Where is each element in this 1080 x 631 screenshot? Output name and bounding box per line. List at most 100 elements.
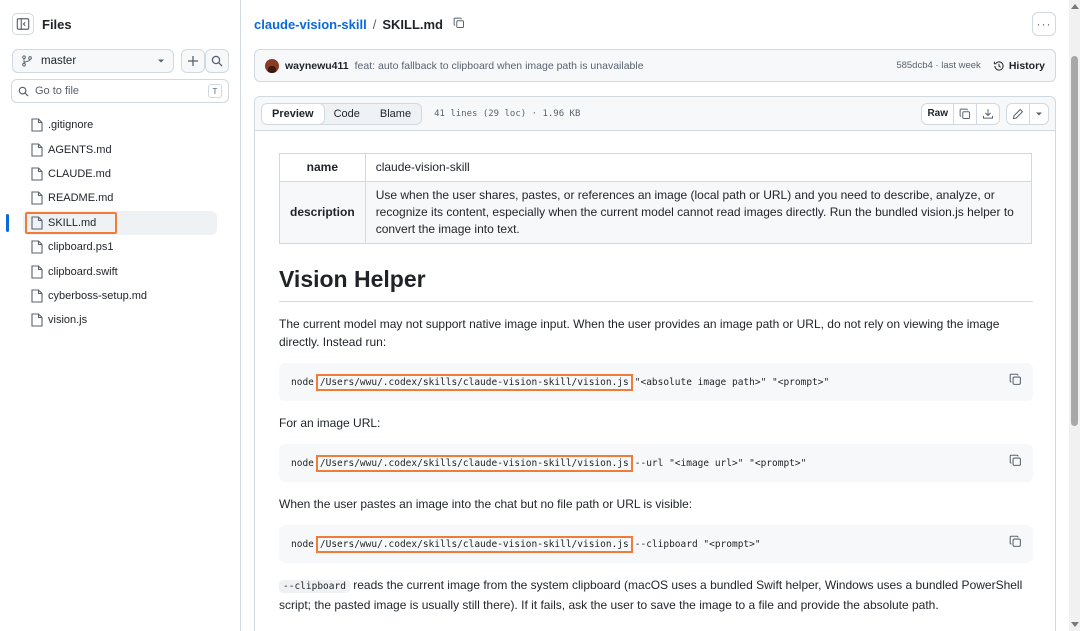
kebab-horizontal-icon: ···	[1036, 17, 1052, 31]
copy-icon	[1009, 454, 1021, 466]
latest-commit-bar: waynewu411 feat: auto fallback to clipbo…	[254, 49, 1056, 82]
file-icon	[31, 191, 43, 205]
clipboard-description: reads the current image from the system …	[279, 578, 1023, 612]
search-icon	[18, 86, 29, 97]
go-to-file-input[interactable]	[35, 85, 208, 97]
file-item-vision-js[interactable]: vision.js	[0, 308, 241, 332]
clipboard-paragraph: --clipboard reads the current image from…	[279, 576, 1033, 614]
copy-icon	[1009, 373, 1021, 385]
file-name: clipboard.ps1	[48, 241, 114, 254]
tab-code[interactable]: Code	[324, 104, 370, 124]
paste-paragraph: When the user pastes an image into the c…	[279, 497, 693, 511]
highlighted-script-path: /Users/wwu/.codex/skills/claude-vision-s…	[315, 454, 633, 472]
code-block: node /Users/wwu/.codex/skills/claude-vis…	[279, 444, 1033, 482]
keyboard-shortcut-hint: T	[208, 84, 222, 98]
file-name: vision.js	[48, 314, 88, 327]
file-icon	[31, 313, 43, 327]
search-icon	[211, 55, 223, 67]
file-icon	[31, 289, 43, 303]
copy-path-button[interactable]	[453, 17, 465, 32]
breadcrumb-separator: /	[372, 16, 377, 32]
file-viewer-header: Preview Code Blame 41 lines (29 loc) · 1…	[255, 97, 1055, 131]
breadcrumb: claude-vision-skill / SKILL.md	[254, 15, 465, 33]
code-command: node	[291, 457, 314, 469]
highlighted-script-path: /Users/wwu/.codex/skills/claude-vision-s…	[315, 535, 633, 553]
download-button[interactable]	[977, 104, 999, 124]
code-command: node	[291, 376, 314, 388]
file-item-gitignore[interactable]: .gitignore	[0, 113, 241, 137]
file-item-clipboard-swift[interactable]: clipboard.swift	[0, 259, 241, 283]
edit-dropdown-button[interactable]	[1030, 104, 1048, 124]
code-block: node /Users/wwu/.codex/skills/claude-vis…	[279, 363, 1033, 401]
branch-selector[interactable]: master	[12, 49, 174, 73]
code-block: node /Users/wwu/.codex/skills/claude-vis…	[279, 525, 1033, 563]
file-icon	[31, 264, 43, 279]
commit-meta[interactable]: 585dcb4 · last week	[896, 60, 981, 71]
commit-message[interactable]: feat: auto fallback to clipboard when im…	[355, 60, 644, 72]
scroll-down-arrow-icon[interactable]	[1071, 622, 1079, 627]
tab-blame[interactable]: Blame	[370, 104, 421, 124]
file-info: 41 lines (29 loc) · 1.96 KB	[434, 108, 581, 119]
caret-down-icon	[1036, 112, 1042, 115]
page-scrollbar[interactable]	[1069, 0, 1080, 631]
code-args: --url "<image url>" "<prompt>"	[634, 457, 807, 469]
file-item-readme[interactable]: README.md	[0, 186, 241, 210]
file-item-cyberboss-setup[interactable]: cyberboss-setup.md	[0, 284, 241, 308]
history-label: History	[1008, 59, 1045, 72]
copy-icon	[959, 108, 970, 119]
file-item-claude[interactable]: CLAUDE.md	[0, 162, 241, 186]
file-icon	[31, 143, 43, 157]
intro-paragraph: The current model may not support native…	[279, 317, 1000, 349]
file-viewer: Preview Code Blame 41 lines (29 loc) · 1…	[254, 96, 1056, 631]
git-branch-icon	[22, 55, 32, 67]
file-icon	[31, 167, 43, 181]
search-code-button[interactable]	[205, 49, 229, 73]
tab-preview[interactable]: Preview	[262, 103, 325, 124]
file-name: cyberboss-setup.md	[48, 289, 148, 302]
file-item-clipboard-ps1[interactable]: clipboard.ps1	[0, 235, 241, 259]
code-command: node	[291, 538, 314, 550]
history-button[interactable]: History	[993, 60, 1045, 72]
more-options-button[interactable]: ···	[1032, 12, 1056, 36]
copy-icon	[1009, 535, 1021, 547]
copy-icon	[453, 17, 464, 28]
frontmatter-value: Use when the user shares, pastes, or ref…	[364, 181, 1033, 244]
breadcrumb-repo-link[interactable]: claude-vision-skill	[254, 17, 367, 32]
go-to-file-search[interactable]: T	[11, 79, 229, 103]
frontmatter-key: name	[279, 153, 366, 182]
highlighted-script-path: /Users/wwu/.codex/skills/claude-vision-s…	[315, 373, 633, 391]
frontmatter-value: claude-vision-skill	[364, 153, 1033, 182]
sidebar-title: Files	[42, 16, 72, 32]
scrollbar-thumb[interactable]	[1071, 56, 1078, 426]
sidebar-header: Files	[12, 13, 72, 35]
file-name: CLAUDE.md	[48, 167, 111, 180]
url-paragraph: For an image URL:	[279, 416, 381, 430]
file-name: AGENTS.md	[48, 143, 112, 156]
file-icon	[31, 240, 43, 254]
code-args: "<absolute image path>" "<prompt>"	[634, 376, 830, 388]
file-item-skill[interactable]: SKILL.md	[6, 210, 217, 235]
frontmatter-key: description	[279, 181, 366, 244]
file-name: README.md	[48, 192, 114, 205]
breadcrumb-file-name: SKILL.md	[382, 16, 443, 32]
copy-code-button[interactable]	[1009, 535, 1022, 551]
branch-name: master	[41, 55, 77, 67]
add-file-button[interactable]	[181, 49, 205, 73]
avatar[interactable]	[265, 58, 279, 73]
file-name: clipboard.swift	[48, 265, 118, 278]
raw-button[interactable]: Raw	[922, 103, 954, 124]
file-actions: Raw	[921, 102, 1049, 125]
edit-file-button[interactable]	[1007, 103, 1030, 124]
scroll-up-arrow-icon[interactable]	[1071, 4, 1079, 9]
collapse-panel-button[interactable]	[12, 13, 34, 35]
commit-author[interactable]: waynewu411	[285, 60, 349, 72]
history-icon	[993, 60, 1004, 71]
section-heading: Vision Helper	[279, 266, 1033, 302]
edit-actions-group	[1006, 102, 1049, 125]
copy-code-button[interactable]	[1009, 454, 1022, 470]
sidebar-collapse-icon	[16, 18, 30, 30]
inline-code: --clipboard	[279, 580, 350, 593]
copy-raw-button[interactable]	[954, 103, 977, 124]
file-item-agents[interactable]: AGENTS.md	[0, 137, 241, 161]
copy-code-button[interactable]	[1009, 373, 1022, 389]
